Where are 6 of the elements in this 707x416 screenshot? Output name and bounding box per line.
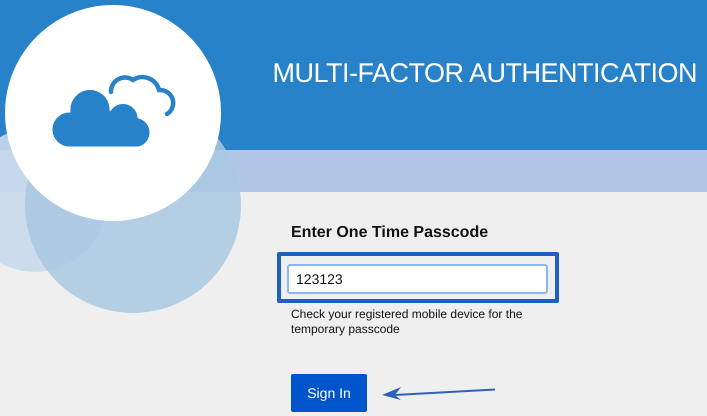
passcode-field[interactable]: 123123 — [287, 264, 548, 294]
passcode-label: Enter One Time Passcode — [291, 224, 490, 242]
page-title: MULTI-FACTOR AUTHENTICATION — [272, 58, 697, 89]
help-text: Check your registered mobile device for the temporary passcode — [291, 307, 524, 337]
cloud-icon — [50, 74, 176, 150]
sign-in-button[interactable]: Sign In — [291, 374, 367, 412]
